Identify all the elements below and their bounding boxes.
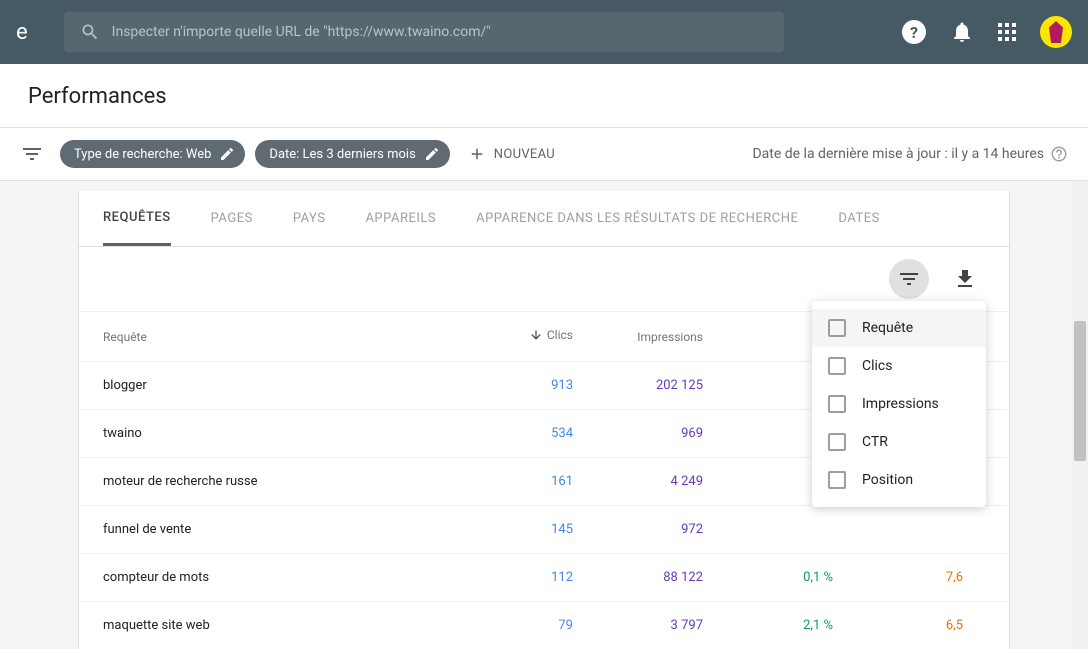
cell-query: compteur de mots: [103, 570, 443, 585]
cell-ctr: 0,1 %: [703, 570, 833, 585]
table-row[interactable]: compteur de mots11288 1220,1 %7,6: [79, 553, 1009, 601]
table-row[interactable]: maquette site web793 7972,1 %6,5: [79, 601, 1009, 649]
menu-item-position[interactable]: Position: [812, 461, 986, 499]
dimension-tabs: REQUÊTES PAGES PAYS APPAREILS APPARENCE …: [79, 191, 1009, 247]
checkbox[interactable]: [828, 395, 846, 413]
download-button[interactable]: [945, 259, 985, 299]
add-filter-label: NOUVEAU: [494, 147, 555, 162]
cell-clics: 913: [443, 378, 573, 393]
top-bar: e ?: [0, 0, 1088, 64]
chip-label: Date: Les 3 derniers mois: [269, 147, 415, 162]
scrollbar-track[interactable]: [1072, 181, 1088, 649]
chip-label: Type de recherche: Web: [74, 147, 211, 162]
tab-pays[interactable]: PAYS: [293, 191, 326, 246]
cell-position: 7,6: [833, 570, 963, 585]
search-icon: [80, 22, 100, 42]
cell-clics: 534: [443, 426, 573, 441]
cell-clics: 79: [443, 618, 573, 633]
notifications-icon[interactable]: [950, 20, 974, 44]
tab-apparence[interactable]: APPARENCE DANS LES RÉSULTATS DE RECHERCH…: [476, 191, 798, 246]
edit-icon: [424, 146, 440, 162]
cell-position: 6,5: [833, 618, 963, 633]
help-icon[interactable]: ?: [902, 20, 926, 44]
last-update-text: Date de la dernière mise à jour : il y a…: [752, 145, 1068, 163]
checkbox[interactable]: [828, 357, 846, 375]
cell-impressions: 969: [573, 426, 703, 441]
filter-columns-button[interactable]: [889, 259, 929, 299]
cell-query: funnel de vente: [103, 522, 443, 537]
chip-search-type[interactable]: Type de recherche: Web: [60, 140, 245, 168]
menu-item-requete[interactable]: Requête: [812, 309, 986, 347]
checkbox[interactable]: [828, 471, 846, 489]
cell-clics: 112: [443, 570, 573, 585]
col-header-query[interactable]: Requête: [103, 330, 443, 344]
page-title: Performances: [0, 64, 1088, 128]
scrollbar-thumb[interactable]: [1074, 321, 1086, 461]
plus-icon: [468, 145, 486, 163]
cell-clics: 161: [443, 474, 573, 489]
avatar[interactable]: [1040, 16, 1072, 48]
cell-impressions: 88 122: [573, 570, 703, 585]
checkbox[interactable]: [828, 319, 846, 337]
help-outline-icon[interactable]: [1050, 145, 1068, 163]
logo-fragment: e: [16, 20, 28, 45]
cell-impressions: 3 797: [573, 618, 703, 633]
cell-clics: 145: [443, 522, 573, 537]
table-row[interactable]: funnel de vente145972: [79, 505, 1009, 553]
menu-item-impressions[interactable]: Impressions: [812, 385, 986, 423]
tab-appareils[interactable]: APPAREILS: [365, 191, 436, 246]
tab-pages[interactable]: PAGES: [211, 191, 253, 246]
col-header-clics[interactable]: Clics: [443, 328, 573, 345]
cell-query: moteur de recherche russe: [103, 474, 443, 489]
apps-icon[interactable]: [998, 23, 1016, 41]
filter-bar: Type de recherche: Web Date: Les 3 derni…: [0, 128, 1088, 181]
cell-ctr: 2,1 %: [703, 618, 833, 633]
cell-impressions: 972: [573, 522, 703, 537]
checkbox[interactable]: [828, 433, 846, 451]
content-area: REQUÊTES PAGES PAYS APPAREILS APPARENCE …: [0, 181, 1088, 649]
url-search-box[interactable]: [64, 12, 784, 52]
chip-date-range[interactable]: Date: Les 3 derniers mois: [255, 140, 449, 168]
arrow-down-icon: [529, 328, 543, 342]
cell-query: blogger: [103, 378, 443, 393]
edit-icon: [219, 146, 235, 162]
filter-list-icon: [897, 267, 921, 291]
cell-query: twaino: [103, 426, 443, 441]
top-actions: ?: [902, 16, 1072, 48]
cell-impressions: 202 125: [573, 378, 703, 393]
menu-item-ctr[interactable]: CTR: [812, 423, 986, 461]
add-filter-button[interactable]: NOUVEAU: [468, 145, 555, 163]
cell-impressions: 4 249: [573, 474, 703, 489]
download-icon: [953, 267, 977, 291]
col-header-impressions[interactable]: Impressions: [573, 330, 703, 344]
menu-item-clics[interactable]: Clics: [812, 347, 986, 385]
search-input[interactable]: [112, 24, 768, 40]
cell-query: maquette site web: [103, 618, 443, 633]
tab-requetes[interactable]: REQUÊTES: [103, 191, 171, 246]
filter-list-icon[interactable]: [20, 142, 44, 166]
filter-columns-menu: Requête Clics Impressions CTR Position: [812, 301, 986, 507]
tab-dates[interactable]: DATES: [838, 191, 879, 246]
